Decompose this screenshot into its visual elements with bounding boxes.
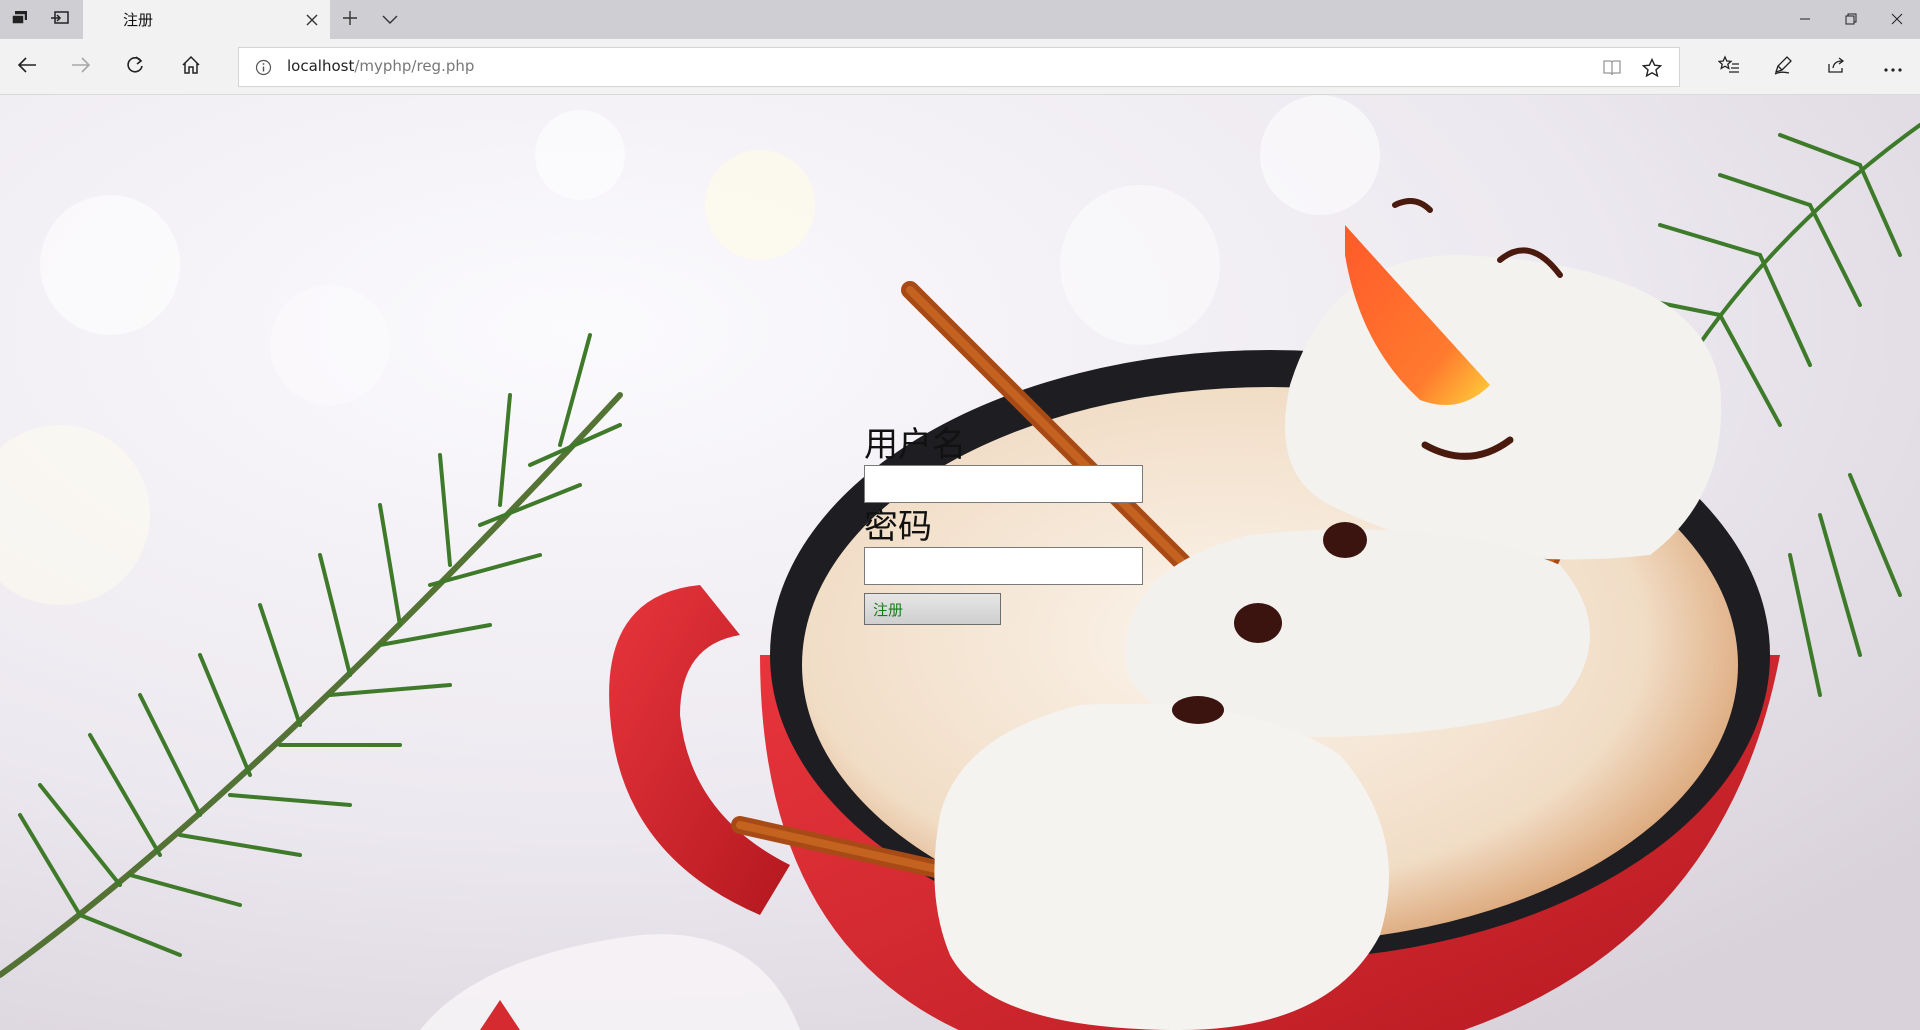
more-icon xyxy=(1883,58,1903,77)
reading-view-icon[interactable] xyxy=(1601,57,1623,79)
forward-button[interactable] xyxy=(54,39,108,95)
username-input[interactable] xyxy=(864,465,1143,503)
plus-icon xyxy=(342,10,358,30)
registration-form: 用户名 密码 注册 xyxy=(864,425,1164,625)
close-icon xyxy=(306,11,318,30)
share-button[interactable] xyxy=(1810,39,1864,95)
new-tab-button[interactable] xyxy=(330,0,370,39)
tab-reg[interactable]: 注册 xyxy=(83,0,330,39)
tab-list-button[interactable] xyxy=(370,0,410,39)
page-viewport: 用户名 密码 注册 xyxy=(0,95,1920,1030)
refresh-button[interactable] xyxy=(108,39,162,95)
back-arrow-icon xyxy=(17,56,37,78)
minimize-icon xyxy=(1799,10,1811,29)
pen-icon xyxy=(1773,55,1793,79)
username-label: 用户名 xyxy=(864,425,966,465)
info-icon[interactable] xyxy=(255,59,272,76)
tab-title: 注册 xyxy=(123,11,154,29)
more-button[interactable] xyxy=(1866,39,1920,95)
close-icon xyxy=(1891,10,1903,29)
chevron-down-icon xyxy=(382,10,398,29)
password-label: 密码 xyxy=(864,507,932,547)
tab-preview-icon xyxy=(11,10,29,30)
url-path: /myphp/reg.php xyxy=(354,57,475,75)
web-note-button[interactable] xyxy=(1756,39,1810,95)
window-controls xyxy=(1782,0,1920,39)
url-host: localhost xyxy=(287,57,355,75)
refresh-icon xyxy=(125,55,145,79)
forward-arrow-icon xyxy=(71,56,91,78)
url-text[interactable]: localhost/myphp/reg.php xyxy=(287,57,474,75)
register-button[interactable]: 注册 xyxy=(864,593,1001,625)
favorites-hub-button[interactable] xyxy=(1702,39,1756,95)
star-icon[interactable] xyxy=(1641,57,1663,79)
tab-bar: 注册 xyxy=(0,0,1920,39)
set-aside-tabs-button[interactable] xyxy=(40,0,80,39)
restore-icon xyxy=(1845,10,1857,29)
share-icon xyxy=(1827,56,1847,78)
minimize-button[interactable] xyxy=(1782,0,1828,39)
set-aside-tabs-icon xyxy=(50,10,70,30)
password-input[interactable] xyxy=(864,547,1143,585)
address-bar[interactable]: localhost/myphp/reg.php xyxy=(238,47,1680,87)
home-button[interactable] xyxy=(164,39,218,95)
tab-preview-button[interactable] xyxy=(0,0,40,39)
browser-toolbar: localhost/myphp/reg.php xyxy=(0,39,1920,95)
tab-close-button[interactable] xyxy=(302,10,322,30)
restore-button[interactable] xyxy=(1828,0,1874,39)
home-icon xyxy=(181,55,201,79)
favorites-hub-icon xyxy=(1717,55,1740,79)
close-window-button[interactable] xyxy=(1874,0,1920,39)
back-button[interactable] xyxy=(0,39,54,95)
